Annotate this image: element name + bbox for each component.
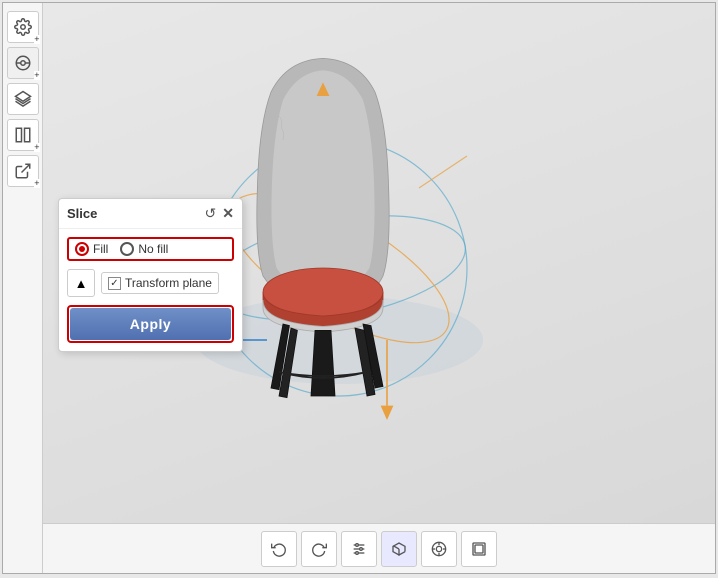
no-fill-label: No fill — [138, 242, 168, 256]
slice-panel-body: Fill No fill ▲ ✓ Transform plane A — [59, 229, 242, 351]
fill-label: Fill — [93, 242, 108, 256]
transform-plane-checkbox-wrap[interactable]: ✓ Transform plane — [101, 272, 219, 294]
apply-button-wrapper: Apply — [67, 305, 234, 343]
close-slice-icon[interactable]: ✕ — [222, 205, 234, 222]
export-sidebar-icon[interactable]: + — [7, 155, 39, 187]
slice-panel-title: Slice — [67, 206, 97, 221]
left-sidebar: + + + — [3, 3, 43, 573]
plane-direction-button[interactable]: ▲ — [67, 269, 95, 297]
bottom-toolbar — [43, 523, 715, 573]
export-plus-badge: + — [34, 179, 39, 188]
undo-slice-icon[interactable]: ↺ — [205, 205, 217, 222]
fill-option[interactable]: Fill — [75, 242, 108, 256]
settings-icon[interactable]: + — [7, 11, 39, 43]
apply-button[interactable]: Apply — [70, 308, 231, 340]
crop-button[interactable] — [461, 531, 497, 567]
layers-sidebar-icon[interactable] — [7, 83, 39, 115]
column-sidebar-icon[interactable]: + — [7, 119, 39, 151]
redo-button[interactable] — [301, 531, 337, 567]
slice-plus-badge: + — [34, 71, 39, 80]
fill-options-row: Fill No fill — [67, 237, 234, 261]
transform-plane-label: Transform plane — [125, 276, 212, 290]
main-window: + + + — [2, 2, 716, 574]
no-fill-option[interactable]: No fill — [120, 242, 168, 256]
undo-button[interactable] — [261, 531, 297, 567]
slice-header-actions: ↺ ✕ — [205, 205, 234, 222]
slice-panel-header: Slice ↺ ✕ — [59, 199, 242, 229]
slice-panel: Slice ↺ ✕ Fill No fill — [58, 198, 243, 352]
no-fill-radio[interactable] — [120, 242, 134, 256]
column-plus-badge: + — [34, 143, 39, 152]
cube-button[interactable] — [381, 531, 417, 567]
target-button[interactable] — [421, 531, 457, 567]
settings-plus-badge: + — [34, 35, 39, 44]
transform-plane-row: ▲ ✓ Transform plane — [67, 269, 234, 297]
fill-radio-dot — [79, 246, 85, 252]
fill-radio[interactable] — [75, 242, 89, 256]
adjustments-button[interactable] — [341, 531, 377, 567]
slice-sidebar-icon[interactable]: + — [7, 47, 39, 79]
transform-plane-checkbox[interactable]: ✓ — [108, 277, 121, 290]
